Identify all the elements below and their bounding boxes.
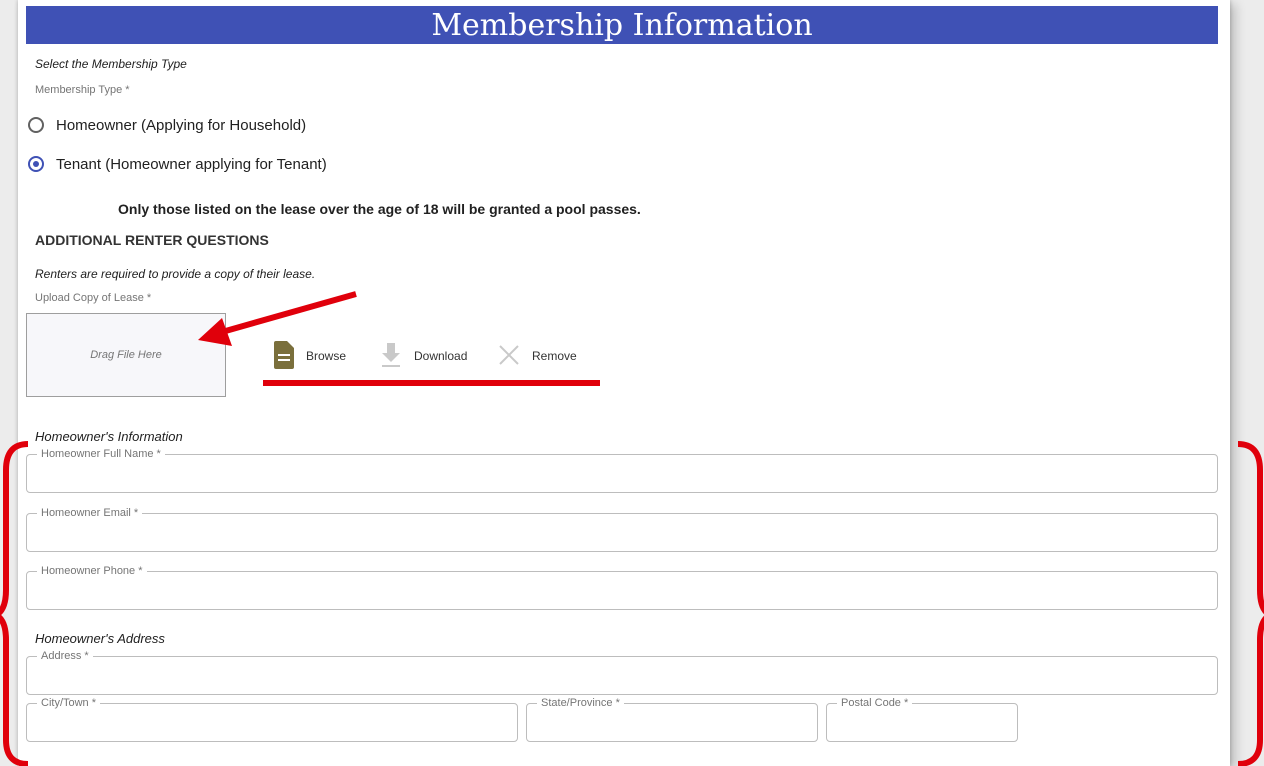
radio-homeowner-label: Homeowner (Applying for Household) (56, 116, 307, 134)
annotation-underline (263, 380, 600, 386)
radio-homeowner-circle[interactable] (28, 117, 44, 133)
homeowner-email-label: Homeowner Email * (37, 506, 143, 520)
city-field[interactable]: City/Town * (26, 696, 518, 742)
renter-questions-heading: ADDITIONAL RENTER QUESTIONS (35, 232, 269, 248)
page-title-banner: Membership Information (26, 6, 1218, 44)
download-label: Download (414, 349, 468, 363)
remove-label: Remove (532, 349, 577, 363)
homeowner-phone-label: Homeowner Phone * (37, 564, 147, 578)
dropzone-text: Drag File Here (90, 349, 162, 361)
file-dropzone[interactable]: Drag File Here (26, 313, 226, 397)
file-icon (274, 340, 294, 372)
download-icon (380, 341, 402, 372)
radio-tenant-circle[interactable] (28, 156, 44, 172)
homeowner-phone-field[interactable]: Homeowner Phone * (26, 564, 1218, 610)
renter-instruction: Renters are required to provide a copy o… (35, 267, 316, 281)
download-button[interactable]: Download (380, 340, 467, 372)
radio-tenant-label: Tenant (Homeowner applying for Tenant) (56, 155, 327, 173)
homeowner-address-title: Homeowner's Address (35, 631, 165, 646)
form-card: Membership Information Select the Member… (18, 0, 1230, 766)
homeowner-email-field[interactable]: Homeowner Email * (26, 506, 1218, 552)
annotation-right-brace (1237, 441, 1264, 766)
lease-notice: Only those listed on the lease over the … (118, 201, 641, 217)
homeowner-full-name-label: Homeowner Full Name * (37, 447, 165, 461)
membership-type-label: Membership Type * (35, 84, 130, 96)
address-field[interactable]: Address * (26, 649, 1218, 695)
state-field[interactable]: State/Province * (526, 696, 818, 742)
postal-code-label: Postal Code * (837, 696, 913, 710)
postal-code-field[interactable]: Postal Code * (826, 696, 1018, 742)
homeowner-info-title: Homeowner's Information (35, 429, 183, 444)
membership-prompt: Select the Membership Type (35, 57, 187, 71)
radio-homeowner[interactable]: Homeowner (Applying for Household) (28, 113, 306, 137)
close-icon (498, 344, 520, 369)
radio-tenant[interactable]: Tenant (Homeowner applying for Tenant) (28, 152, 327, 176)
browse-button[interactable]: Browse (274, 340, 346, 372)
remove-button[interactable]: Remove (498, 340, 577, 372)
upload-label: Upload Copy of Lease * (35, 292, 152, 304)
city-label: City/Town * (37, 696, 101, 710)
homeowner-full-name-field[interactable]: Homeowner Full Name * (26, 447, 1218, 493)
state-label: State/Province * (537, 696, 624, 710)
address-label: Address * (37, 649, 93, 663)
browse-label: Browse (306, 349, 347, 363)
